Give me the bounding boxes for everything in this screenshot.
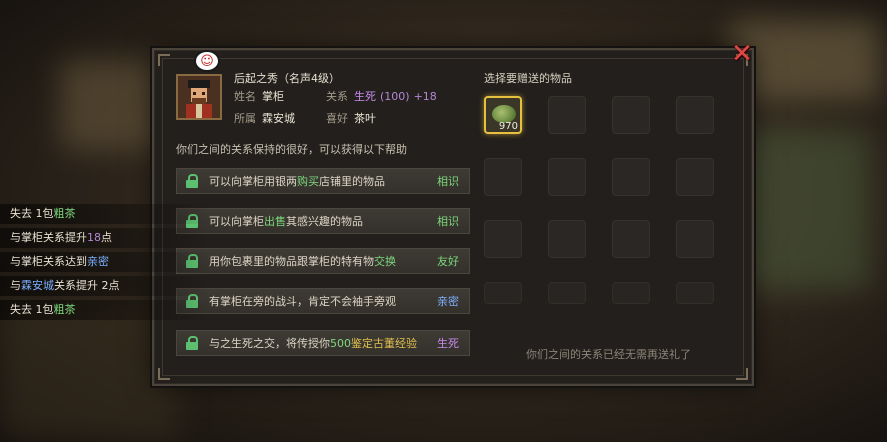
frame-corner — [736, 368, 748, 380]
benefit-row: 用你包裹里的物品跟掌柜的特有物交换 友好 — [176, 248, 470, 274]
unlocked-lock-icon — [185, 336, 199, 350]
npc-hobby-row: 喜好 茶叶 — [326, 110, 376, 126]
name-value: 掌柜 — [262, 90, 284, 103]
log-line: 与霖安城关系提升 2点 — [0, 276, 210, 296]
benefit-row: 与之生死之交，将传授你500鉴定古董经验 生死 — [176, 330, 470, 356]
npc-relation-row: 关系 生死 (100) +18 — [326, 88, 437, 104]
npc-portrait — [176, 74, 222, 120]
item-count: 970 — [498, 121, 518, 132]
benefit-text: 可以向掌柜出售其感兴趣的物品 — [209, 215, 363, 228]
gift-slot[interactable] — [612, 220, 650, 258]
log-line: 失去 1包粗茶 — [0, 204, 210, 224]
benefit-level: 友好 — [437, 255, 459, 268]
hobby-value: 茶叶 — [354, 112, 376, 125]
benefit-row: 有掌柜在旁的战斗，肯定不会袖手旁观 亲密 — [176, 288, 470, 314]
relationship-dialog: ☺ 后起之秀（名声4级） 姓名 掌柜 关系 生死 (100) +18 所属 霖安城 喜好茶… — [152, 48, 754, 386]
gift-slot[interactable] — [612, 282, 650, 304]
gift-slot[interactable] — [612, 158, 650, 196]
gift-item-grid: 970 — [484, 96, 732, 306]
benefit-text: 可以向掌柜用银两购买店铺里的物品 — [209, 175, 385, 188]
log-line: 与掌柜关系达到亲密 — [0, 252, 210, 272]
relation-label: 关系 — [326, 90, 348, 103]
relation-bonus: +18 — [413, 90, 437, 103]
gift-slot[interactable] — [548, 158, 586, 196]
shopkeeper-portrait-icon — [178, 76, 220, 118]
benefit-level: 相识 — [437, 175, 459, 188]
benefit-level: 相识 — [437, 215, 459, 228]
benefit-text: 用你包裹里的物品跟掌柜的特有物交换 — [209, 255, 396, 268]
hobby-label: 喜好 — [326, 112, 348, 125]
frame-corner — [158, 368, 170, 380]
benefit-level: 生死 — [437, 337, 459, 350]
gift-slot[interactable] — [548, 96, 586, 134]
log-line: 失去 1包粗茶 — [0, 300, 210, 320]
benefit-highlight: 出售 — [264, 215, 286, 228]
gift-slot[interactable] — [676, 96, 714, 134]
npc-name-row: 姓名 掌柜 — [234, 88, 284, 104]
benefit-highlight: 交换 — [374, 255, 396, 268]
unlocked-lock-icon — [185, 174, 199, 188]
name-label: 姓名 — [234, 90, 256, 103]
npc-affiliation-row: 所属 霖安城 — [234, 110, 295, 126]
gift-empty-message: 你们之间的关系已经无需再送礼了 — [526, 348, 691, 361]
gift-slot[interactable] — [676, 282, 714, 304]
gift-slot[interactable] — [548, 282, 586, 304]
gift-panel-title: 选择要赠送的物品 — [484, 72, 572, 85]
relation-value: 生死 — [354, 90, 376, 103]
gift-slot[interactable] — [484, 158, 522, 196]
affiliation-label: 所属 — [234, 112, 256, 125]
frame-corner — [158, 54, 170, 66]
gift-slot[interactable] — [548, 220, 586, 258]
relationship-description: 你们之间的关系保持的很好，可以获得以下帮助 — [176, 143, 407, 156]
benefit-highlight: 购买 — [297, 175, 319, 188]
benefit-text: 与之生死之交，将传授你500鉴定古董经验 — [209, 337, 417, 350]
benefit-text: 有掌柜在旁的战斗，肯定不会袖手旁观 — [209, 295, 396, 308]
affiliation-value: 霖安城 — [262, 112, 295, 125]
benefit-row: 可以向掌柜用银两购买店铺里的物品 相识 — [176, 168, 470, 194]
gift-slot[interactable] — [484, 282, 522, 304]
log-line: 与掌柜关系提升18点 — [0, 228, 210, 248]
gift-slot[interactable] — [484, 220, 522, 258]
benefit-row: 可以向掌柜出售其感兴趣的物品 相识 — [176, 208, 470, 234]
benefit-highlight: 500鉴定古董经验 — [330, 337, 417, 350]
gift-slot[interactable]: 970 — [484, 96, 522, 134]
gift-slot[interactable] — [676, 158, 714, 196]
relation-points: (100) — [380, 90, 410, 103]
benefit-level: 亲密 — [437, 295, 459, 308]
gift-slot[interactable] — [612, 96, 650, 134]
close-x-icon[interactable]: ✕ — [728, 40, 756, 68]
gift-slot[interactable] — [676, 220, 714, 258]
laugh-emote-icon: ☺ — [194, 50, 220, 72]
npc-title: 后起之秀（名声4级） — [234, 72, 340, 85]
